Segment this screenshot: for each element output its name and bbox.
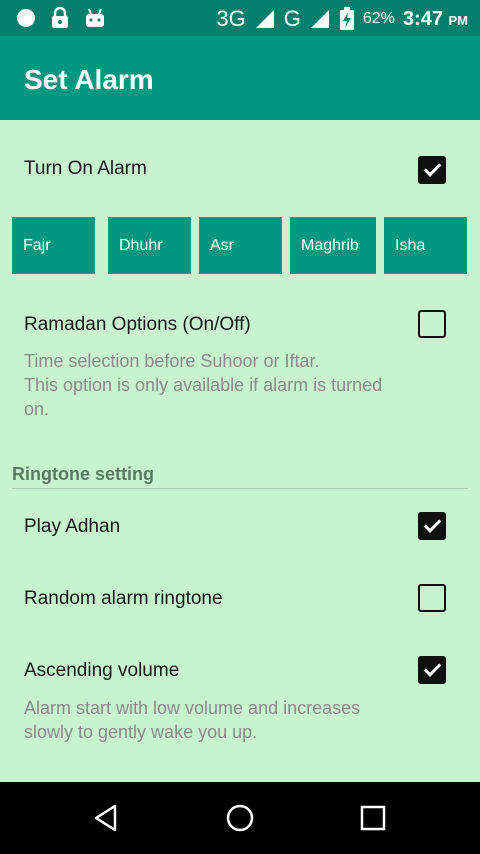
- prayer-buttons: Fajr Dhuhr Asr Maghrib Isha: [12, 217, 468, 274]
- navigation-bar: [0, 782, 480, 854]
- clock-ampm: PM: [448, 12, 469, 28]
- ramadan-options-summary: Time selection before Suhoor or Iftar. T…: [24, 349, 444, 421]
- page-title: Set Alarm: [24, 64, 154, 95]
- play-adhan-label: Play Adhan: [24, 516, 121, 537]
- turn-on-alarm-label: Turn On Alarm: [24, 158, 147, 179]
- ascending-summary-line-1: Alarm start with low volume and increase…: [24, 698, 361, 718]
- play-adhan-row[interactable]: Play Adhan: [0, 502, 480, 550]
- ramadan-options-label: Ramadan Options (On/Off): [24, 314, 251, 335]
- ascending-volume-label: Ascending volume: [24, 660, 180, 681]
- ascending-volume-summary: Alarm start with low volume and increase…: [24, 696, 444, 744]
- status-icons-left: [16, 7, 106, 29]
- signal-icon: [255, 10, 274, 28]
- network-g-label: G: [283, 6, 301, 31]
- back-button[interactable]: [66, 782, 146, 854]
- clock-time-value: 3:47: [402, 7, 443, 30]
- battery-charging-icon: [339, 7, 354, 30]
- ascending-volume-row[interactable]: Ascending volume Alarm start with low vo…: [0, 646, 480, 746]
- turn-on-alarm-checkbox[interactable]: [418, 156, 446, 184]
- home-button[interactable]: [200, 782, 280, 854]
- section-divider: [12, 488, 468, 489]
- prayer-button-asr[interactable]: Asr: [199, 217, 282, 274]
- battery-percent: 62%: [362, 10, 395, 27]
- back-icon: [94, 804, 117, 832]
- prayer-button-isha[interactable]: Isha: [384, 217, 467, 274]
- ramadan-options-checkbox[interactable]: [418, 310, 446, 338]
- lock-icon: [52, 7, 68, 28]
- ramadan-summary-line-3: on.: [24, 399, 50, 419]
- recents-icon: [360, 805, 386, 831]
- signal-icon: [310, 10, 329, 28]
- ascending-volume-checkbox[interactable]: [418, 656, 446, 684]
- random-ringtone-checkbox[interactable]: [418, 584, 446, 612]
- ascending-summary-line-2: slowly to gently wake you up.: [24, 722, 258, 742]
- play-adhan-checkbox[interactable]: [418, 512, 446, 540]
- recents-button[interactable]: [333, 782, 413, 854]
- app-bar: Set Alarm: [0, 36, 480, 120]
- ramadan-options-row[interactable]: Ramadan Options (On/Off) Time selection …: [0, 300, 480, 424]
- ramadan-summary-line-1: Time selection before Suhoor or Iftar.: [24, 351, 320, 371]
- status-icons-right: 3G G 62% 3:47 PM: [216, 6, 468, 32]
- network-3g-label: 3G: [216, 6, 246, 31]
- random-ringtone-row[interactable]: Random alarm ringtone: [0, 574, 480, 622]
- random-ringtone-label: Random alarm ringtone: [24, 588, 223, 609]
- circle-icon: [17, 9, 35, 27]
- ringtone-section-header: Ringtone setting: [12, 464, 154, 484]
- turn-on-alarm-row[interactable]: Turn On Alarm: [0, 144, 480, 196]
- prayer-button-fajr[interactable]: Fajr: [12, 217, 95, 274]
- prayer-button-dhuhr[interactable]: Dhuhr: [108, 217, 191, 274]
- ramadan-summary-line-2: This option is only available if alarm i…: [24, 375, 383, 395]
- android-icon: [86, 8, 104, 27]
- status-bar: 3G G 62% 3:47 PM: [0, 0, 480, 36]
- home-icon: [226, 804, 254, 832]
- settings-list: Turn On Alarm Fajr Dhuhr Asr Maghrib Ish…: [0, 120, 480, 782]
- prayer-button-maghrib[interactable]: Maghrib: [290, 217, 376, 274]
- clock-time: 3:47 PM: [403, 8, 468, 31]
